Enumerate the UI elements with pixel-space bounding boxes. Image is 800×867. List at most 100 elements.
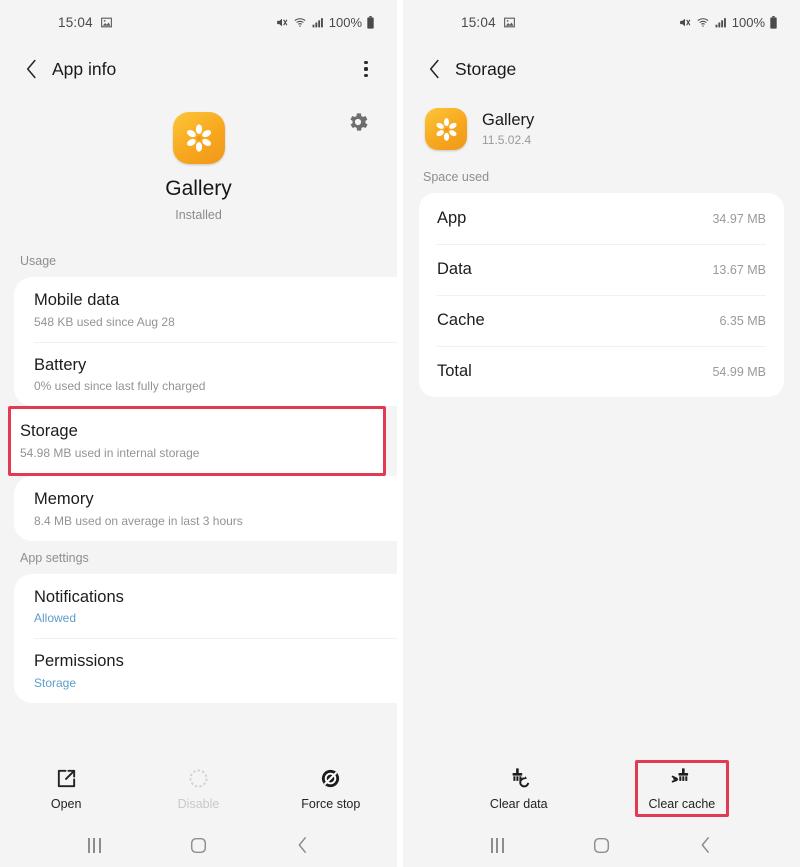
clear-data-button[interactable]: Clear data xyxy=(474,760,564,817)
force-stop-icon xyxy=(322,769,340,788)
signal-icon xyxy=(715,17,726,27)
row-title: Memory xyxy=(34,489,94,508)
wifi-icon xyxy=(697,17,709,27)
clear-cache-icon xyxy=(671,768,688,783)
back-icon[interactable] xyxy=(18,56,44,82)
row-title: Permissions xyxy=(34,652,124,671)
app-name: Gallery xyxy=(482,111,535,129)
phone-storage: 15:04 100% Storage Gallery 11.5.02.4 Spa… xyxy=(403,0,800,867)
back-icon[interactable] xyxy=(421,56,447,82)
phone-app-info: 15:04 100% App info Gallery Installed Us… xyxy=(0,0,397,867)
volume-mute-icon xyxy=(276,18,288,26)
table-row-app: App 34.97 MB xyxy=(419,193,784,244)
usage-card: Mobile data 548 KB used since Aug 28 Bat… xyxy=(14,277,397,407)
section-label-app-settings: App settings xyxy=(20,550,89,565)
gear-icon[interactable] xyxy=(346,110,370,134)
app-summary-text: Gallery 11.5.02.4 xyxy=(482,111,534,147)
app-version: 11.5.02.4 xyxy=(482,133,532,147)
table-row-data: Data 13.67 MB xyxy=(419,244,784,295)
volume-mute-icon xyxy=(679,18,691,26)
status-bar-left-group: 15:04 xyxy=(58,15,113,30)
battery-percent: 100% xyxy=(328,14,362,30)
more-options-icon[interactable] xyxy=(353,56,379,82)
row-title: Notifications xyxy=(34,587,124,606)
status-time: 15:04 xyxy=(58,14,93,30)
row-title: Battery xyxy=(34,355,87,374)
recents-glyph xyxy=(87,837,101,853)
dual-screenshot: 15:04 100% App info Gallery Installed Us… xyxy=(0,0,800,867)
open-external-icon xyxy=(57,769,75,788)
storage-value: 13.67 MB xyxy=(712,262,766,277)
row-subtitle: 0% used since last fully charged xyxy=(34,379,206,394)
image-icon xyxy=(503,17,515,27)
list-item-notifications[interactable]: Notifications Allowed xyxy=(14,574,397,639)
app-install-status: Installed xyxy=(175,208,222,222)
row-subtitle: 548 KB used since Aug 28 xyxy=(34,314,175,329)
row-subtitle: 8.4 MB used on average in last 3 hours xyxy=(34,513,243,528)
storage-key: App xyxy=(437,209,467,227)
app-bar-right: Storage xyxy=(403,44,800,94)
battery-percent: 100% xyxy=(731,14,765,30)
recents-bar xyxy=(98,837,101,853)
storage-key: Cache xyxy=(437,311,485,329)
recents-icon[interactable] xyxy=(74,830,114,860)
action-label: Clear data xyxy=(489,797,548,811)
kebab-dot xyxy=(364,67,368,71)
space-used-card: App 34.97 MB Data 13.67 MB Cache 6.35 MB… xyxy=(419,193,784,397)
nav-bar-right xyxy=(403,823,800,867)
app-bar-left: App info xyxy=(0,44,397,94)
gallery-app-icon xyxy=(425,108,467,150)
list-item-storage[interactable]: Storage 54.98 MB used in internal storag… xyxy=(8,406,386,476)
disable-icon xyxy=(189,769,208,788)
recents-bar xyxy=(87,837,90,853)
battery-icon xyxy=(770,15,777,29)
storage-row-highlight: Storage 54.98 MB used in internal storag… xyxy=(8,406,386,476)
status-bar-right-group: 100% xyxy=(678,15,778,30)
back-nav-icon[interactable] xyxy=(686,830,726,860)
right-spacer xyxy=(403,397,800,750)
clear-cache-button[interactable]: Clear cache xyxy=(634,760,730,817)
row-title: Mobile data xyxy=(34,291,120,309)
recents-bar xyxy=(501,837,504,853)
status-bar-right-group: 100% xyxy=(275,15,375,30)
status-bar-left-group: 15:04 xyxy=(461,15,516,30)
storage-value: 6.35 MB xyxy=(719,313,766,328)
flower-glyph xyxy=(435,117,457,141)
action-label: Clear cache xyxy=(648,797,716,811)
recents-bar xyxy=(496,837,499,853)
flower-glyph xyxy=(186,124,211,152)
section-label-usage: Usage xyxy=(20,254,57,268)
action-label: Force stop xyxy=(301,797,361,811)
home-icon[interactable] xyxy=(178,830,218,860)
list-item-battery[interactable]: Battery 0% used since last fully charged xyxy=(14,341,397,407)
wifi-icon xyxy=(294,17,306,27)
list-item-memory[interactable]: Memory 8.4 MB used on average in last 3 … xyxy=(14,476,397,541)
recents-bar xyxy=(490,837,493,853)
storage-value: 34.97 MB xyxy=(712,211,766,226)
recents-glyph xyxy=(490,837,504,853)
open-button[interactable]: Open xyxy=(21,761,111,817)
status-bar-right: 15:04 100% xyxy=(403,0,800,44)
section-label-space-used: Space used xyxy=(423,170,490,184)
back-nav-icon[interactable] xyxy=(283,830,323,860)
force-stop-button[interactable]: Force stop xyxy=(286,761,376,817)
list-item-permissions[interactable]: Permissions Storage xyxy=(14,638,397,703)
status-time: 15:04 xyxy=(461,14,496,30)
row-subtitle: Storage xyxy=(34,675,77,690)
kebab-dot xyxy=(364,73,368,77)
left-spacer xyxy=(0,703,397,751)
clear-data-icon xyxy=(512,768,529,788)
image-icon xyxy=(100,17,112,27)
table-row-total: Total 54.99 MB xyxy=(419,346,784,397)
home-icon[interactable] xyxy=(581,830,621,860)
app-name: Gallery xyxy=(165,177,232,200)
usage-card-lower: Memory 8.4 MB used on average in last 3 … xyxy=(14,475,397,541)
signal-icon xyxy=(312,17,323,27)
list-item-mobile-data[interactable]: Mobile data 548 KB used since Aug 28 xyxy=(14,277,397,342)
action-label: Disable xyxy=(177,797,220,811)
recents-icon[interactable] xyxy=(477,830,517,860)
row-title: Storage xyxy=(20,422,78,441)
action-bar-right: Clear data Clear cache xyxy=(403,750,800,823)
storage-key: Total xyxy=(437,362,472,380)
action-bar-left: Open Disable Force stop xyxy=(0,751,397,823)
